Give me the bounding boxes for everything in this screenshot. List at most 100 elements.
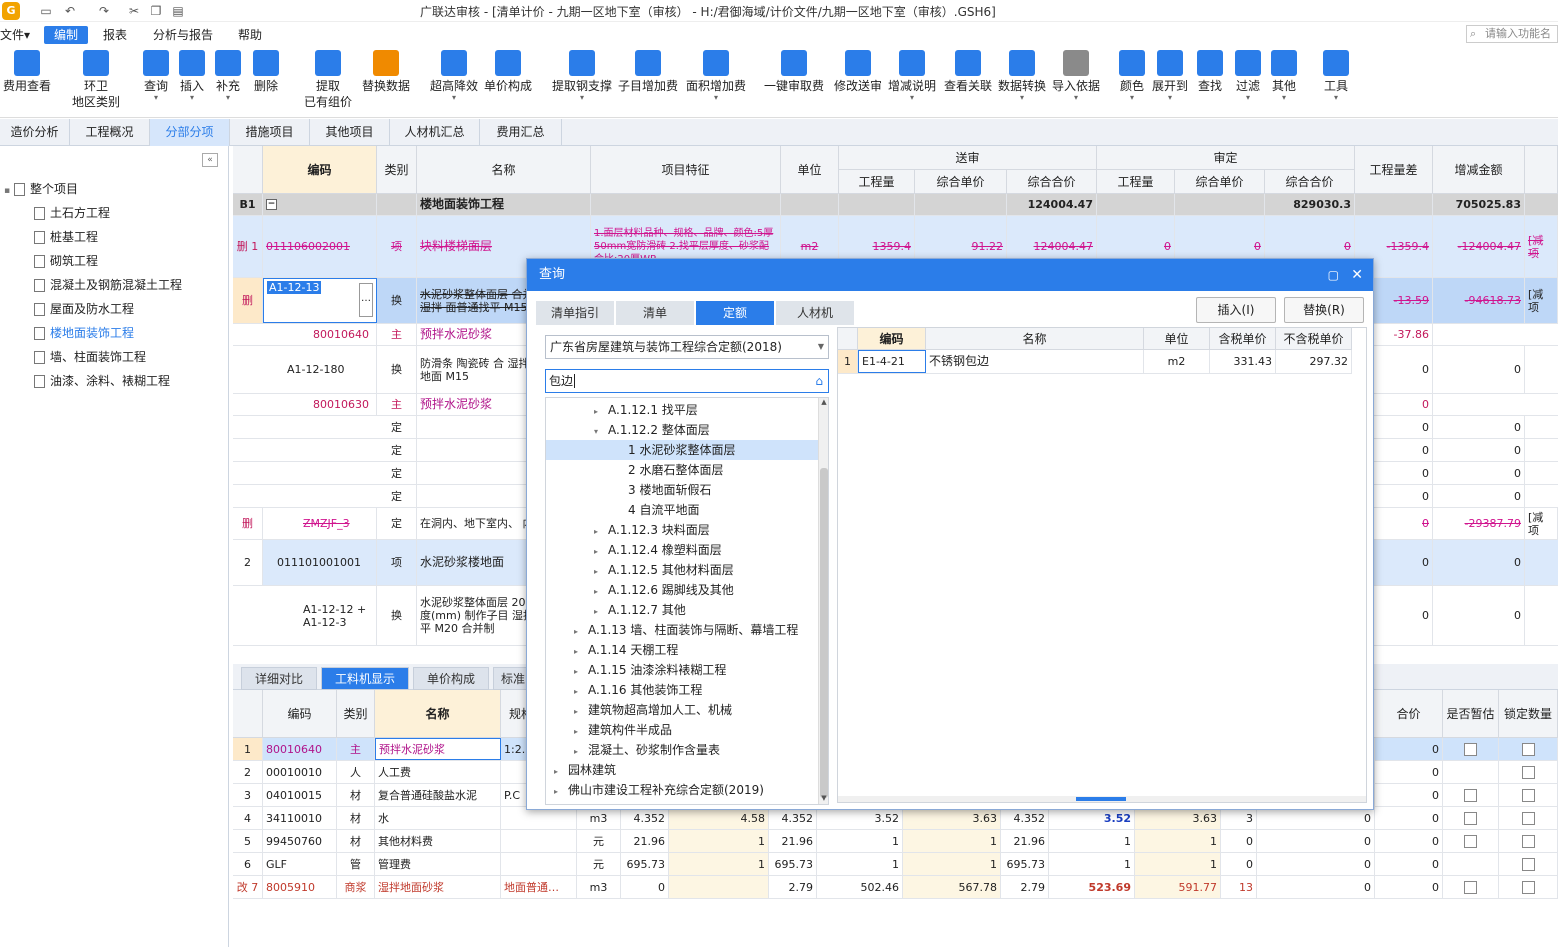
tools-button[interactable]: 工具 ▾ bbox=[1322, 50, 1350, 102]
menu-file[interactable]: 文件▾ bbox=[0, 26, 30, 44]
scroll-thumb[interactable] bbox=[1076, 797, 1126, 801]
tree-node-pile[interactable]: 桩基工程 bbox=[34, 226, 98, 248]
header-sent-total[interactable]: 综合合价 bbox=[1007, 170, 1097, 194]
header-code[interactable]: 编码 bbox=[263, 146, 377, 194]
tree-scrollbar[interactable]: ▲ ▼ bbox=[818, 398, 828, 804]
quota-library-select[interactable]: 广东省房屋建筑与装饰工程综合定额(2018) ▼ bbox=[545, 335, 829, 359]
supplement-button[interactable]: 补充 ▾ bbox=[212, 50, 244, 102]
tab-fee-summary[interactable]: 费用汇总 bbox=[480, 119, 562, 146]
change-note-button[interactable]: 增减说明 ▾ bbox=[886, 50, 938, 102]
tree-node[interactable]: 3 楼地面斩假石 bbox=[546, 480, 818, 500]
insert-button[interactable]: 插入(I) bbox=[1196, 297, 1276, 323]
header-type[interactable]: 类别 bbox=[337, 690, 375, 738]
tree-node-concrete[interactable]: 混凝土及钢筋混凝土工程 bbox=[34, 274, 182, 296]
paste-icon[interactable]: ▤ bbox=[170, 2, 186, 20]
tree-node-wall[interactable]: 墙、柱面装饰工程 bbox=[34, 346, 146, 368]
header-amount-diff[interactable]: 增减金额 bbox=[1433, 146, 1525, 194]
header-approved-qty[interactable]: 工程量 bbox=[1097, 170, 1175, 194]
table-row[interactable]: 6 GLF 管管理费元 695.73 1 695.73 1 1 695.73 1 1 0 0 0 bbox=[233, 853, 1558, 876]
unit-price-structure-button[interactable]: 单价构成 bbox=[482, 50, 534, 94]
redo-icon[interactable]: ↷ bbox=[96, 2, 112, 20]
sanitation-region-button[interactable]: 环卫 地区类别 bbox=[68, 50, 124, 110]
tree-node[interactable]: 2 水磨石整体面层 bbox=[546, 460, 818, 480]
tree-node[interactable]: ▸ 佛山市建设工程补充综合定额(2019) bbox=[546, 780, 818, 800]
tab-cost-analysis[interactable]: 造价分析 bbox=[0, 119, 70, 146]
tree-node[interactable]: ▸ A.1.16 其他装饰工程 bbox=[546, 680, 818, 700]
table-row[interactable]: 5 99450760 材其他材料费元 21.96 1 21.96 1 1 21.96 1 1 0 0 0 bbox=[233, 830, 1558, 853]
filter-button[interactable]: 过滤 ▾ bbox=[1234, 50, 1262, 102]
ellipsis-button[interactable]: … bbox=[359, 283, 373, 317]
lock-qty-checkbox[interactable] bbox=[1521, 857, 1535, 871]
collapsed-arrow-icon[interactable]: ▸ bbox=[574, 702, 588, 722]
tab-list[interactable]: 清单 bbox=[616, 301, 694, 325]
replace-button[interactable]: 替换(R) bbox=[1284, 297, 1364, 323]
tab-list-guide[interactable]: 清单指引 bbox=[536, 301, 614, 325]
menu-help[interactable]: 帮助 bbox=[238, 26, 262, 44]
view-relation-button[interactable]: 查看关联 bbox=[942, 50, 994, 94]
table-row[interactable]: 改 7 8005910 商浆 湿拌地面砂浆 地面普通… m3 0 2.79 502.46 567.… bbox=[233, 876, 1558, 899]
tree-node[interactable]: ▸ A.1.15 油漆涂料裱糊工程 bbox=[546, 660, 818, 680]
lock-qty-checkbox[interactable] bbox=[1521, 834, 1535, 848]
undo-icon[interactable]: ↶ bbox=[62, 2, 78, 20]
tree-node[interactable]: ▸ A.1.12.5 其他材料面层 bbox=[546, 560, 818, 580]
color-button[interactable]: 颜色 ▾ bbox=[1118, 50, 1146, 102]
cut-icon[interactable]: ✂ bbox=[126, 2, 142, 20]
table-row[interactable]: B1 − 楼地面装饰工程 124004.47 829030.3 705025.8… bbox=[233, 194, 1558, 216]
tree-node[interactable]: ▸ A.1.12.7 其他 bbox=[546, 600, 818, 620]
tab-other-items[interactable]: 其他项目 bbox=[310, 119, 390, 146]
horizontal-scrollbar[interactable] bbox=[838, 796, 1366, 802]
lock-qty-checkbox[interactable] bbox=[1521, 765, 1535, 779]
expanded-arrow-icon[interactable]: ▾ bbox=[594, 422, 608, 442]
maximize-icon[interactable]: ▢ bbox=[1328, 259, 1339, 291]
collapse-icon[interactable]: − bbox=[266, 199, 277, 210]
collapse-panel-icon[interactable]: « bbox=[202, 153, 218, 167]
collapsed-arrow-icon[interactable]: ▸ bbox=[574, 742, 588, 762]
result-row[interactable]: 1 E1-4-21 不锈钢包边 m2 331.43 297.32 bbox=[838, 350, 1352, 374]
one-click-fee-button[interactable]: 一键审取费 bbox=[762, 50, 826, 94]
collapsed-arrow-icon[interactable]: ▸ bbox=[594, 542, 608, 562]
other-button[interactable]: 其他 ▾ bbox=[1270, 50, 1298, 102]
header-type[interactable]: 类别 bbox=[377, 146, 417, 194]
header-total[interactable]: 合价 bbox=[1375, 690, 1443, 738]
header-name[interactable]: 名称 bbox=[417, 146, 591, 194]
tab-project-overview[interactable]: 工程概况 bbox=[70, 119, 150, 146]
table-row[interactable]: 4 34110010 材水 m3 4.352 4.58 4.352 3.52 3.63 4.352… bbox=[233, 807, 1558, 830]
tree-node[interactable]: ▸ 建筑物超高增加人工、机械 bbox=[546, 700, 818, 720]
lock-qty-checkbox[interactable] bbox=[1521, 788, 1535, 802]
header-sent-price[interactable]: 综合单价 bbox=[915, 170, 1007, 194]
tab-detail-compare[interactable]: 详细对比 bbox=[241, 667, 317, 690]
tree-node-floor[interactable]: 楼地面装饰工程 bbox=[34, 322, 134, 344]
extract-price-button[interactable]: 提取 已有组价 bbox=[300, 50, 356, 110]
data-convert-button[interactable]: 数据转换 ▾ bbox=[996, 50, 1048, 102]
header-is-temp[interactable]: 是否暂估 bbox=[1443, 690, 1499, 738]
header-tax-price[interactable]: 含税单价 bbox=[1210, 328, 1276, 350]
header-qty-diff[interactable]: 工程量差 bbox=[1355, 146, 1433, 194]
tree-node[interactable]: ▸ 混凝土、砂浆制作含量表 bbox=[546, 740, 818, 760]
header-name[interactable]: 名称 bbox=[926, 328, 1144, 350]
scroll-up-icon[interactable]: ▲ bbox=[819, 398, 828, 408]
header-unit[interactable]: 单位 bbox=[781, 146, 839, 194]
scroll-thumb[interactable] bbox=[820, 468, 828, 798]
quota-search-input[interactable]: 包边 ⌂ bbox=[545, 369, 829, 393]
fee-view-button[interactable]: 费用查看 bbox=[2, 50, 52, 94]
import-basis-button[interactable]: 导入依据 ▾ bbox=[1050, 50, 1102, 102]
insert-button[interactable]: 插入 ▾ bbox=[176, 50, 208, 102]
header-name[interactable]: 名称 bbox=[375, 690, 501, 738]
lock-qty-checkbox[interactable] bbox=[1521, 742, 1535, 756]
tree-node-earthwork[interactable]: 土石方工程 bbox=[34, 202, 110, 224]
tab-measures[interactable]: 措施项目 bbox=[230, 119, 310, 146]
is-temp-checkbox[interactable] bbox=[1464, 788, 1477, 802]
tree-node[interactable]: 4 自流平地面 bbox=[546, 500, 818, 520]
tab-quota[interactable]: 定额 bbox=[696, 301, 774, 325]
tree-node[interactable]: ▾ A.1.12.2 整体面层 bbox=[546, 420, 818, 440]
tree-node[interactable]: ▸ 建筑构件半成品 bbox=[546, 720, 818, 740]
area-fee-button[interactable]: 面积增加费 ▾ bbox=[684, 50, 748, 102]
header-feature[interactable]: 项目特征 bbox=[591, 146, 781, 194]
save-icon[interactable]: ▭ bbox=[38, 2, 54, 20]
collapsed-arrow-icon[interactable]: ▸ bbox=[594, 402, 608, 422]
tree-node-masonry[interactable]: 砌筑工程 bbox=[34, 250, 98, 272]
collapsed-arrow-icon[interactable]: ▸ bbox=[594, 562, 608, 582]
scroll-down-icon[interactable]: ▼ bbox=[819, 794, 828, 804]
header-notax-price[interactable]: 不含税单价 bbox=[1276, 328, 1352, 350]
collapsed-arrow-icon[interactable]: ▸ bbox=[594, 582, 608, 602]
